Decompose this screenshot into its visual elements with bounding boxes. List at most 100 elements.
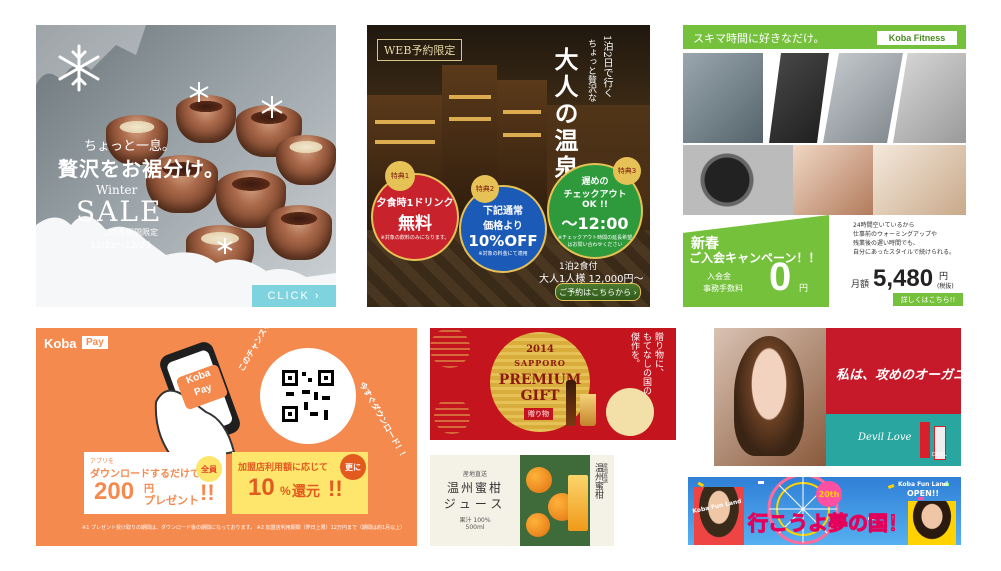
gold-circle: [430, 328, 470, 368]
fit-desc-1: 24時間空いているから: [853, 222, 915, 229]
pay-r-unit: %: [280, 484, 291, 498]
organic-cosmetic-banner: 私は、攻めのオーガニック。 Devil Love DEVIL: [714, 328, 961, 466]
pay-l-amount: 200: [94, 478, 135, 505]
benefit-1-tag: 特典1: [385, 161, 415, 191]
anniversary-badge: 20th: [816, 481, 842, 507]
prem-v1: 贈り物に、: [653, 332, 663, 377]
onsen-subtitle-b: ちょっと贅沢な: [586, 39, 596, 102]
prem-sub: 贈り物: [524, 408, 553, 420]
choco-sale: SALE: [76, 195, 163, 228]
mikan-note-b: 500ml: [465, 524, 485, 531]
pay-r-ex: !!: [328, 476, 343, 501]
window-light: [503, 110, 541, 114]
snowflake-icon: [189, 82, 209, 102]
web-tag: WEB予約限定: [377, 39, 463, 61]
window-light: [449, 95, 491, 99]
gym-photo: [823, 53, 903, 143]
fee-label-a: 入会金: [707, 272, 731, 281]
beer-bottle: [566, 380, 576, 426]
window-light: [503, 133, 541, 137]
gold-circle: [434, 398, 470, 434]
mikan-small: 産地直送: [462, 471, 487, 478]
benefit-2-c: 10%OFF: [468, 231, 538, 250]
benefit-3-tag: 特典3: [613, 157, 641, 185]
benefit-2-badge: 下記通常 価格より 10%OFF ※対象の料金にて適用: [459, 185, 547, 273]
fit-price: 5,480: [873, 265, 934, 292]
benefit-2-note: ※対象の料金にて適用: [478, 250, 528, 257]
mikan-title-a: 温州蜜柑: [446, 481, 503, 495]
weight-plate-photo: [683, 145, 793, 215]
fit-header: スキマ時間に好きなだけ。: [693, 32, 825, 45]
benefit-1-badge: 夕食時1ドリンク 無料 ※対象の飲料のみになります。: [371, 173, 459, 261]
benefit-1-b: 無料: [398, 213, 432, 234]
model-face: [734, 336, 804, 456]
product-bottle: [920, 422, 930, 458]
window-light: [449, 117, 491, 121]
fitness-banner: スキマ時間に好きなだけ。 Koba Fitness 新春 ご入会キャンペーン！！…: [683, 25, 966, 307]
pay-r-a: 加盟店利用額に応じて: [238, 463, 329, 473]
koba-pay-banner: Koba Pay Koba Pay このチャンスを逃すな！！ 今すぐダウンロード…: [36, 328, 417, 546]
mikan-juice-banner: 産地直送 温州蜜柑 ジュース 果汁 100% 500ml 産地直送 温州蜜柑: [430, 455, 614, 546]
onsen-banner: WEB予約限定 1泊2日で行く ちょっと贅沢な 大人の温泉旅 夕食時1ドリンク …: [367, 25, 650, 307]
model-brand: Devil Love: [858, 432, 912, 443]
benefit-1-note: ※対象の飲料のみになります。: [380, 234, 450, 241]
gym-photo: [769, 53, 829, 143]
window-light: [375, 140, 435, 144]
choco-period: 11/23～12/25: [90, 241, 151, 251]
fit-description: 24時間空いているから 仕事前のウォーミングアップや 残業後の遅い時間でも、 自…: [853, 221, 955, 257]
benefit-3-c: OK !!: [582, 200, 608, 210]
qr-code[interactable]: [280, 368, 336, 424]
fit-tax: (税抜): [937, 283, 954, 290]
theme-park-banner: Koba Fun Land 20th 行こうよ夢の国！ Koba Fun Lan…: [688, 477, 961, 545]
prem-year: 2014: [526, 344, 554, 355]
choco-period-label: この冬期間限定: [102, 228, 158, 237]
fee-value: 0: [769, 255, 792, 299]
benefit-2-b: 価格より: [483, 220, 523, 232]
snowflake-icon: [217, 238, 233, 254]
gym-photo: [683, 53, 763, 143]
benefit-2-a: 下記通常: [483, 205, 523, 217]
mikan-note-a: 果汁 100%: [459, 517, 491, 524]
window-light: [375, 120, 435, 124]
benefit-3-note: ※チェックアウト時間の延長希望はお問い合わせください: [557, 235, 633, 248]
model-copy: 私は、攻めのオーガニック。: [836, 368, 961, 383]
premium-gift-banner: 2014 SAPPORO PREMIUM GIFT 贈り物 贈り物に、 もてなし…: [430, 328, 676, 440]
fit-monthly: 月額: [851, 280, 870, 290]
fee-unit: 円: [799, 284, 809, 294]
pay-r-badge: 更に: [340, 454, 366, 480]
snowflake-icon: [58, 44, 100, 92]
pay-brand-a: Koba: [44, 336, 77, 351]
product-label: DEVIL: [932, 452, 947, 458]
prem-v3: 傑作を。: [629, 332, 639, 368]
click-button[interactable]: CLICK ›: [252, 285, 336, 307]
pay-l-a: アプリを: [90, 458, 115, 465]
snowflake-icon: [261, 96, 283, 118]
ferris-right-a: Koba Fun Land: [898, 481, 948, 488]
mandarin: [526, 467, 552, 493]
fit-desc-4: 自分にあったスタイルで続けられる。: [853, 249, 956, 256]
mikan-title-b: ジュース: [443, 497, 507, 511]
pay-l-ex: !!: [200, 480, 215, 505]
pay-l-c: プレゼント: [144, 494, 199, 507]
beer-glass: [580, 394, 596, 426]
prem-v2: もてなしの国の: [641, 332, 651, 395]
benefit-2-tag: 特典2: [471, 175, 499, 203]
pay-l-badge: 全員: [196, 456, 222, 482]
choco-line1: ちょっと一息。: [84, 139, 176, 154]
fit-details-button[interactable]: 詳しくはこちら!!: [893, 293, 963, 306]
reserve-button[interactable]: ご予約はこちらから ›: [555, 283, 641, 301]
gym-photo: [893, 53, 966, 143]
winter-sale-banner: ちょっと一息。 贅沢をお裾分け。 Winter SALE この冬期間限定 11/…: [36, 25, 336, 307]
girl-photo: [908, 501, 956, 545]
pay-r-amount: 10: [248, 474, 275, 501]
ukiyoe-figure: [606, 388, 654, 436]
fit-desc-3: 残業後の遅い時間でも、: [853, 240, 919, 247]
benefit-3-a: 遅めの: [581, 177, 609, 187]
fit-brand: Koba Fitness: [877, 31, 957, 45]
yoga-photo: [873, 145, 966, 215]
ferris-right-b: OPEN!!: [906, 489, 940, 498]
pay-footnote: ※1 プレゼント受け取りの期間は、ダウンロード後の期間になっております。 ※2 …: [82, 525, 406, 531]
choco-line2: 贅沢をお裾分け。: [58, 157, 225, 181]
fee-label-b: 事務手数料: [703, 284, 743, 293]
ferris-title: 行こうよ夢の国！: [748, 511, 909, 536]
